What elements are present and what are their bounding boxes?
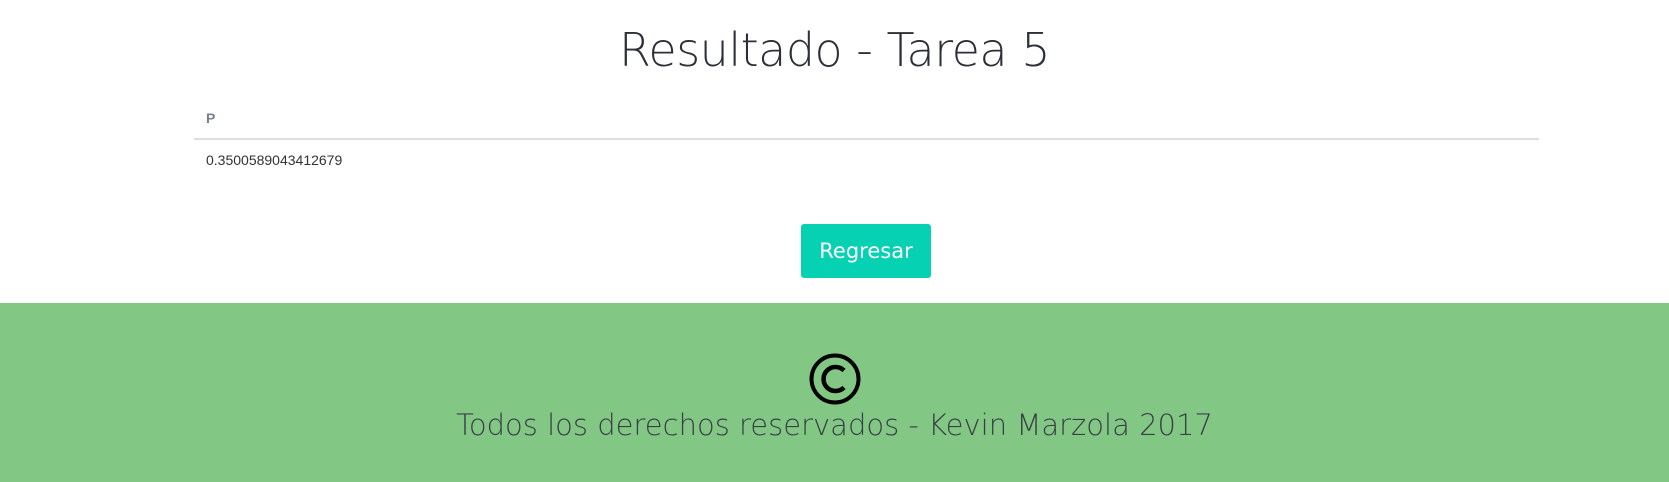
table-row: 0.3500589043412679: [194, 139, 1539, 178]
table-header-row: P: [194, 96, 1539, 140]
footer-copyright-text: Todos los derechos reservados - Kevin Ma…: [456, 408, 1213, 442]
results-table: P 0.3500589043412679: [194, 96, 1539, 178]
table-cell-p-value: 0.3500589043412679: [206, 152, 343, 168]
results-table-header: P: [194, 96, 1539, 140]
page-title: Resultado - Tarea 5: [619, 23, 1050, 77]
copyright-icon: [0, 352, 1669, 406]
footer: Todos los derechos reservados - Kevin Ma…: [0, 303, 1669, 482]
results-table-body: 0.3500589043412679: [194, 139, 1539, 178]
column-header-p: P: [194, 96, 1539, 140]
back-button[interactable]: Regresar: [801, 224, 931, 278]
